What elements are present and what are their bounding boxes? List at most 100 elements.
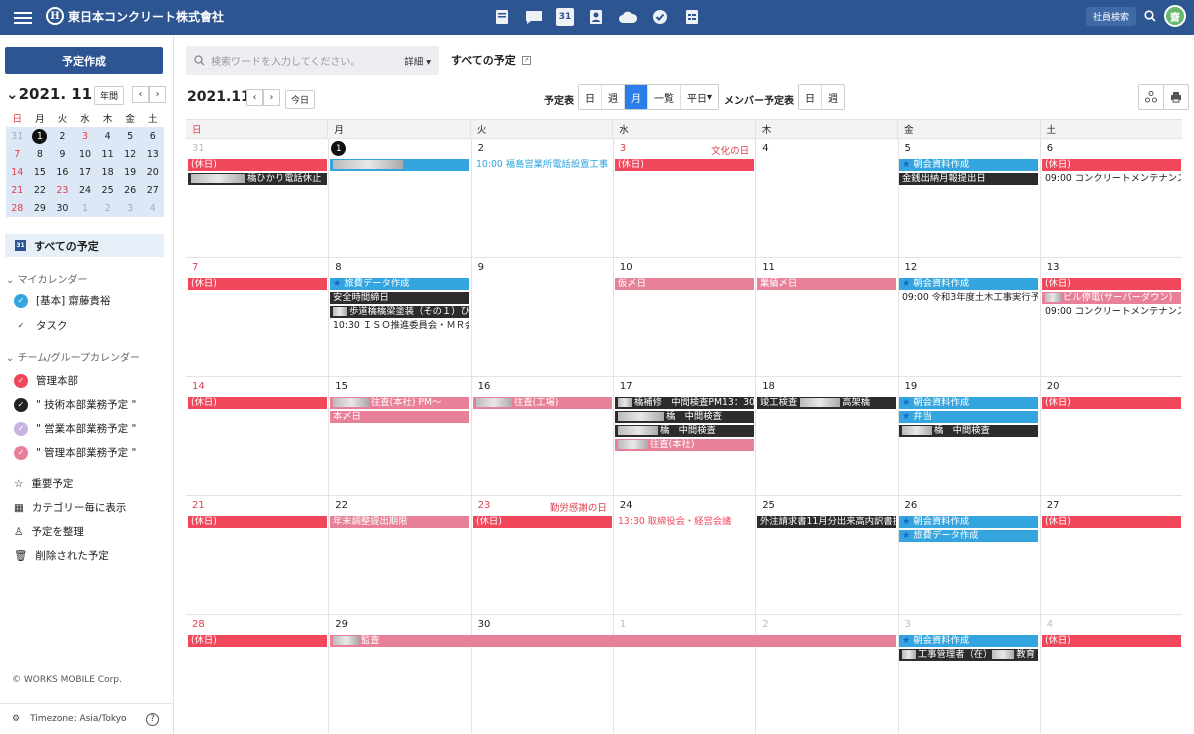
mini-day[interactable]: 2 <box>51 127 74 145</box>
mini-day[interactable]: 26 <box>119 181 142 199</box>
contacts-icon[interactable] <box>586 7 606 27</box>
mini-day[interactable]: 19 <box>119 163 142 181</box>
team-calendar-item[interactable]: ✓ " 技術本部業務予定 " <box>14 397 136 412</box>
search-box[interactable]: 検索ワードを入力してください。 詳細 ▾ <box>186 46 439 75</box>
mini-day[interactable]: 28 <box>6 199 29 217</box>
event[interactable]: (休日) <box>188 397 327 409</box>
event[interactable]: ★ 弁当 <box>899 411 1038 423</box>
next-month-icon[interactable]: › <box>149 86 166 103</box>
event[interactable]: 工事管理者（在）教育（雄 <box>899 649 1038 661</box>
help-icon[interactable]: ? <box>146 712 159 726</box>
day-cell[interactable]: 1 <box>612 615 755 734</box>
event[interactable]: (休日) <box>188 159 327 171</box>
company-logo[interactable]: H 東日本コンクリート株式會社 <box>46 7 224 25</box>
day-cell[interactable]: 24 <box>612 496 755 615</box>
check-icon[interactable]: ✓ <box>14 293 28 308</box>
event[interactable]: ★ 朝会資料作成 <box>899 278 1038 290</box>
gear-icon[interactable]: ⚙ <box>12 714 20 724</box>
member-view-week[interactable]: 週 <box>822 85 844 109</box>
check-icon[interactable]: ✓ <box>14 373 28 388</box>
day-cell[interactable]: 25 <box>755 496 897 615</box>
event[interactable]: (休日) <box>1042 635 1181 647</box>
mini-day[interactable]: 4 <box>96 127 119 145</box>
prev-month-button[interactable]: ‹ <box>246 89 263 106</box>
team-calendar-item[interactable]: ✓ 管理本部 <box>14 373 78 388</box>
event[interactable]: (休日) <box>1042 516 1181 528</box>
day-cell[interactable]: 29 <box>328 615 470 734</box>
mini-day[interactable]: 27 <box>141 181 164 199</box>
team-calendar-item[interactable]: ✓ " 営業本部業務予定 " <box>14 421 136 436</box>
day-cell[interactable]: 4 <box>755 139 897 258</box>
event[interactable]: 仮〆日 <box>615 278 754 290</box>
event[interactable]: ★ 朝会資料作成 <box>899 159 1038 171</box>
day-cell[interactable]: 14 <box>186 377 328 496</box>
team-calendar-title[interactable]: ⌄ チーム/グループカレンダー <box>6 349 140 364</box>
day-cell[interactable]: 2 <box>755 615 897 734</box>
task-check-icon[interactable] <box>650 7 670 27</box>
mini-day[interactable]: 29 <box>29 199 52 217</box>
day-cell[interactable]: 3 <box>897 615 1040 734</box>
event[interactable]: 往査(工場) <box>473 397 612 409</box>
event[interactable]: (休日) <box>188 278 327 290</box>
mini-day[interactable]: 3 <box>119 199 142 217</box>
mini-day-today[interactable]: 1 <box>29 127 52 145</box>
day-cell[interactable]: 30 <box>470 615 613 734</box>
event[interactable]: 竣工検査 高架橋 <box>757 397 896 409</box>
view-weekday[interactable]: 平日 ▾ <box>681 85 719 109</box>
detail-search-button[interactable]: 詳細 ▾ <box>404 54 431 68</box>
mini-day[interactable]: 16 <box>51 163 74 181</box>
mini-day[interactable]: 13 <box>141 145 164 163</box>
mini-day[interactable]: 20 <box>141 163 164 181</box>
check-icon[interactable]: ✓ <box>14 319 28 333</box>
event[interactable]: ★ 朝会資料作成 <box>899 635 1038 647</box>
mini-day[interactable]: 6 <box>141 127 164 145</box>
mini-calendar-month[interactable]: ⌄2021. 11 <box>6 85 92 103</box>
mini-day[interactable]: 22 <box>29 181 52 199</box>
day-cell[interactable]: 20 <box>1039 377 1182 496</box>
important-schedules[interactable]: ☆ 重要予定 <box>14 476 73 491</box>
mini-day[interactable]: 25 <box>96 181 119 199</box>
day-cell[interactable]: 6 <box>1039 139 1182 258</box>
mini-day[interactable]: 23 <box>51 181 74 199</box>
event[interactable]: 橋 中間検査 <box>899 425 1038 437</box>
prev-month-icon[interactable]: ‹ <box>132 86 149 103</box>
mini-day[interactable]: 24 <box>74 181 97 199</box>
calendar-icon[interactable]: 31 <box>556 8 574 26</box>
event[interactable]: 監査 <box>330 635 896 647</box>
mini-day[interactable]: 8 <box>29 145 52 163</box>
event[interactable]: 10:30 ＩＳＯ推進委員会・ＭＲ会議 <box>330 320 469 332</box>
mini-day[interactable]: 9 <box>51 145 74 163</box>
day-cell[interactable]: 4 <box>1039 615 1182 734</box>
my-calendar-basic[interactable]: ✓ [基本] 齋藤貴裕 <box>14 293 111 308</box>
day-cell[interactable]: 1 <box>328 139 470 258</box>
mini-day[interactable]: 15 <box>29 163 52 181</box>
year-view-button[interactable]: 年間 <box>94 86 125 105</box>
event[interactable]: 橋ひかり電話休止 <box>188 173 327 185</box>
form-icon[interactable] <box>682 7 702 27</box>
mini-day[interactable]: 1 <box>74 199 97 217</box>
day-cell[interactable]: 18 <box>755 377 897 496</box>
event[interactable]: ビル停電(サーバーダウン) <box>1042 292 1181 304</box>
event[interactable]: (休日) <box>473 516 612 528</box>
view-month[interactable]: 月 <box>625 85 648 109</box>
external-link-icon[interactable]: ↗ <box>521 55 531 65</box>
day-cell[interactable]: 21 <box>186 496 328 615</box>
mini-day[interactable]: 12 <box>119 145 142 163</box>
view-day[interactable]: 日 <box>579 85 602 109</box>
print-icon[interactable] <box>1163 84 1189 110</box>
create-schedule-button[interactable]: 予定作成 <box>5 47 163 74</box>
event[interactable]: 金銭出納月報提出日 <box>899 173 1038 185</box>
check-icon[interactable]: ✓ <box>14 421 28 436</box>
board-icon[interactable] <box>492 7 512 27</box>
check-icon[interactable]: ✓ <box>14 397 28 412</box>
day-cell[interactable]: 26 <box>897 496 1040 615</box>
event[interactable]: 橋補修 中間検査PM13：30～ <box>615 397 754 409</box>
event[interactable]: ★ 旅費データ作成 <box>899 530 1038 542</box>
day-cell[interactable]: 7 <box>186 258 328 377</box>
event[interactable]: 橋 中間検査 <box>615 425 754 437</box>
day-cell[interactable]: 5 <box>897 139 1040 258</box>
mini-day[interactable]: 21 <box>6 181 29 199</box>
day-cell[interactable]: 3 文化の日 <box>612 139 755 258</box>
day-cell[interactable]: 12 <box>897 258 1040 377</box>
deleted-schedules[interactable]: 🗑 削除された予定 <box>14 548 109 563</box>
